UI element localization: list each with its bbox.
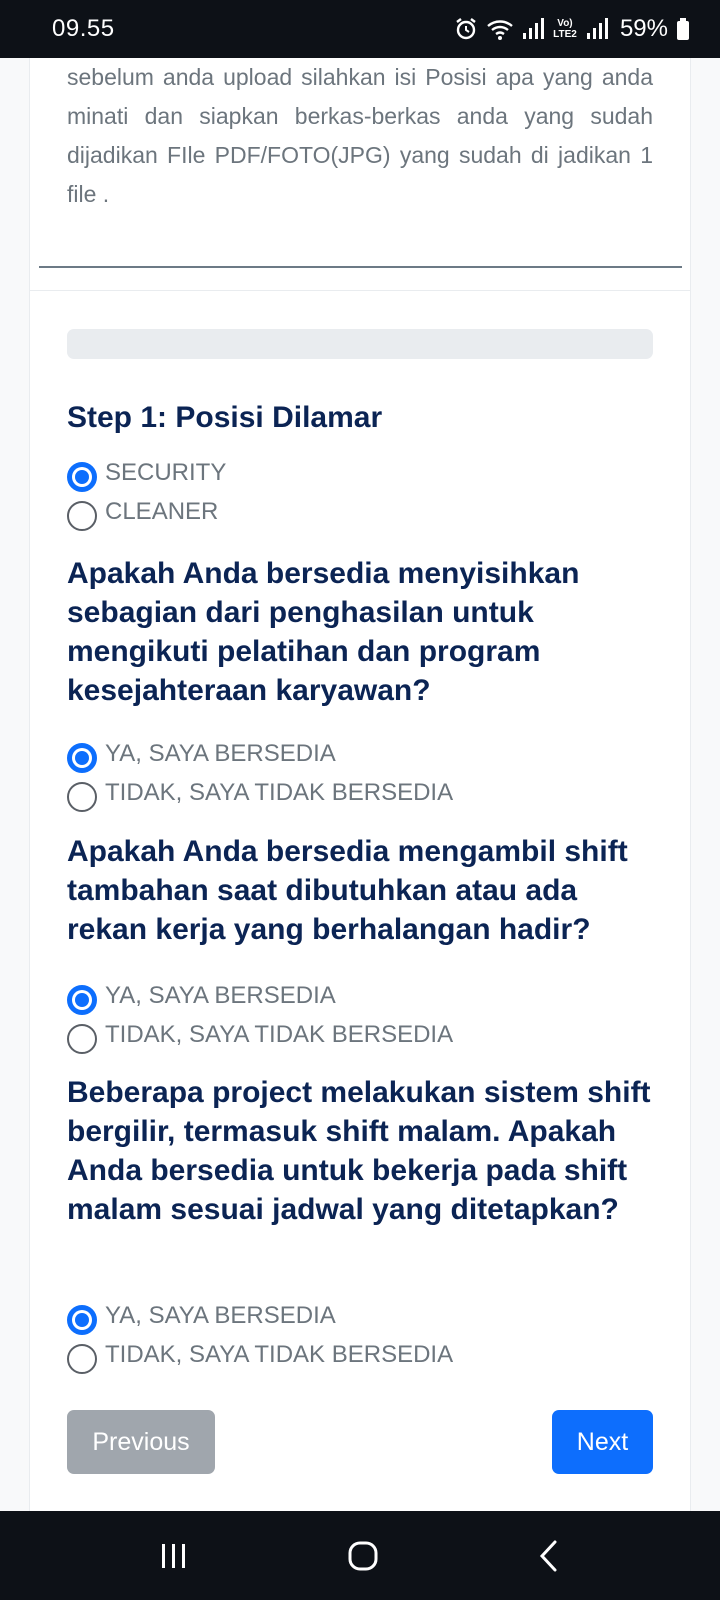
progress-bar xyxy=(67,329,653,359)
status-bar: 09.55 Vo) LTE2 59% xyxy=(0,0,720,58)
radio-checked[interactable] xyxy=(67,462,97,492)
next-button[interactable]: Next xyxy=(552,1410,653,1474)
home-icon[interactable] xyxy=(347,1540,379,1572)
recent-apps-icon[interactable] xyxy=(159,1541,189,1571)
radio-unchecked[interactable] xyxy=(67,1344,97,1374)
q2-option-no[interactable]: TIDAK, SAYA TIDAK BERSEDIA xyxy=(67,1016,453,1054)
intro-text: sebelum anda upload silahkan isi Posisi … xyxy=(67,64,653,207)
radio-checked[interactable] xyxy=(67,1305,97,1335)
question-night-shift: Beberapa project melakukan sistem shift … xyxy=(67,1076,651,1226)
option-label: YA, SAYA BERSEDIA xyxy=(105,982,336,1009)
q1-option-yes[interactable]: YA, SAYA BERSEDIA xyxy=(67,735,336,773)
battery-percent: 59% xyxy=(619,15,668,42)
step-title: Step 1: Posisi Dilamar xyxy=(67,401,383,434)
network-type-label: Vo) LTE2 xyxy=(553,18,577,40)
status-icons: Vo) LTE2 59% xyxy=(454,15,690,43)
option-label: TIDAK, SAYA TIDAK BERSEDIA xyxy=(105,779,454,806)
radio-checked[interactable] xyxy=(67,743,97,773)
section-separator xyxy=(29,290,691,291)
radio-unchecked[interactable] xyxy=(67,782,97,812)
signal-icon xyxy=(522,17,544,41)
q3-option-no[interactable]: TIDAK, SAYA TIDAK BERSEDIA xyxy=(67,1336,453,1374)
divider xyxy=(39,266,682,268)
page-content: sebelum anda upload silahkan isi Posisi … xyxy=(0,58,720,1511)
battery-icon xyxy=(676,17,690,41)
radio-unchecked[interactable] xyxy=(67,1024,97,1054)
back-icon[interactable] xyxy=(537,1539,561,1573)
position-option-cleaner[interactable]: CLEANER xyxy=(67,493,218,531)
radio-checked[interactable] xyxy=(67,985,97,1015)
previous-button[interactable]: Previous xyxy=(67,1410,215,1474)
signal-icon-2 xyxy=(586,17,608,41)
q1-option-no[interactable]: TIDAK, SAYA TIDAK BERSEDIA xyxy=(67,774,453,812)
option-label: YA, SAYA BERSEDIA xyxy=(105,740,336,767)
q3-option-yes[interactable]: YA, SAYA BERSEDIA xyxy=(67,1297,336,1335)
option-label: CLEANER xyxy=(105,498,219,525)
option-label: TIDAK, SAYA TIDAK BERSEDIA xyxy=(105,1341,454,1368)
position-option-security[interactable]: SECURITY xyxy=(67,454,226,492)
wifi-icon xyxy=(486,17,514,41)
radio-unchecked[interactable] xyxy=(67,501,97,531)
option-label: SECURITY xyxy=(105,459,227,486)
status-time: 09.55 xyxy=(52,15,115,42)
navigation-bar xyxy=(0,1511,720,1600)
option-label: YA, SAYA BERSEDIA xyxy=(105,1302,336,1329)
question-training: Apakah Anda bersedia menyisihkan sebagia… xyxy=(67,557,580,707)
alarm-icon xyxy=(454,17,478,41)
option-label: TIDAK, SAYA TIDAK BERSEDIA xyxy=(105,1021,454,1048)
q2-option-yes[interactable]: YA, SAYA BERSEDIA xyxy=(67,977,336,1015)
question-extra-shift: Apakah Anda bersedia mengambil shift tam… xyxy=(67,835,628,946)
